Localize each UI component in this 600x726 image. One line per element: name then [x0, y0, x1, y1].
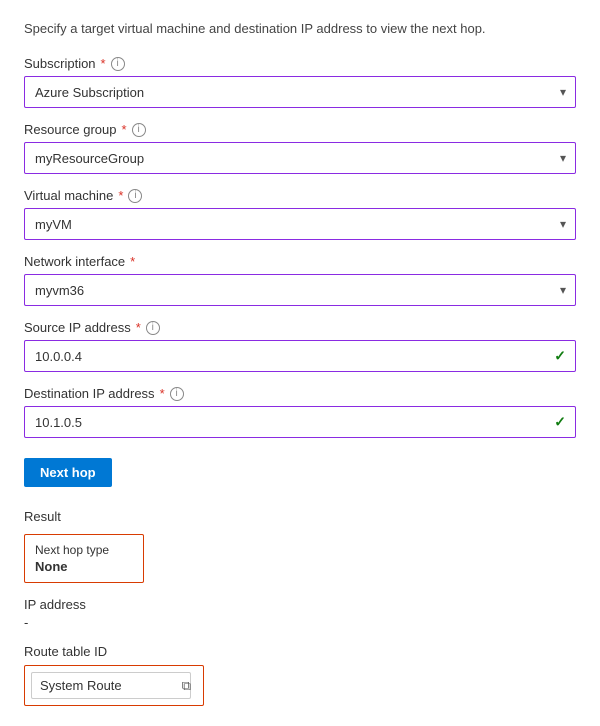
virtual-machine-label: Virtual machine * i	[24, 188, 576, 203]
source-ip-input-wrapper: ✓	[24, 340, 576, 372]
next-hop-type-value: None	[35, 559, 133, 574]
network-interface-label: Network interface *	[24, 254, 576, 269]
ip-address-section: IP address -	[24, 597, 576, 630]
source-ip-check-icon: ✓	[554, 348, 566, 365]
source-ip-info-icon[interactable]: i	[146, 321, 160, 335]
resource-group-label: Resource group * i	[24, 122, 576, 137]
resource-group-select-wrapper: myResourceGroup ▾	[24, 142, 576, 174]
source-ip-label-text: Source IP address	[24, 320, 131, 335]
resource-group-label-text: Resource group	[24, 122, 117, 137]
result-section: Result Next hop type None IP address - R…	[24, 509, 576, 706]
subscription-select-wrapper: Azure Subscription ▾	[24, 76, 576, 108]
virtual-machine-required-star: *	[118, 188, 123, 203]
virtual-machine-select-wrapper: myVM ▾	[24, 208, 576, 240]
description: Specify a target virtual machine and des…	[24, 20, 576, 38]
route-table-box: ⧉	[24, 665, 204, 706]
subscription-label-text: Subscription	[24, 56, 96, 71]
copy-icon[interactable]: ⧉	[182, 678, 191, 694]
route-table-input-wrapper: ⧉	[31, 672, 197, 699]
virtual-machine-label-text: Virtual machine	[24, 188, 113, 203]
destination-ip-info-icon[interactable]: i	[170, 387, 184, 401]
virtual-machine-info-icon[interactable]: i	[128, 189, 142, 203]
resource-group-required-star: *	[122, 122, 127, 137]
resource-group-select[interactable]: myResourceGroup	[24, 142, 576, 174]
virtual-machine-select[interactable]: myVM	[24, 208, 576, 240]
network-interface-required-star: *	[130, 254, 135, 269]
ip-address-value: -	[24, 615, 576, 630]
destination-ip-field-group: Destination IP address * i ✓	[24, 386, 576, 438]
network-interface-select-wrapper: myvm36 ▾	[24, 274, 576, 306]
subscription-label: Subscription * i	[24, 56, 576, 71]
subscription-select[interactable]: Azure Subscription	[24, 76, 576, 108]
next-hop-type-label: Next hop type	[35, 543, 133, 557]
source-ip-field-group: Source IP address * i ✓	[24, 320, 576, 372]
subscription-info-icon[interactable]: i	[111, 57, 125, 71]
next-hop-button[interactable]: Next hop	[24, 458, 112, 487]
route-table-label: Route table ID	[24, 644, 576, 659]
resource-group-field-group: Resource group * i myResourceGroup ▾	[24, 122, 576, 174]
subscription-required-star: *	[101, 56, 106, 71]
resource-group-info-icon[interactable]: i	[132, 123, 146, 137]
source-ip-label: Source IP address * i	[24, 320, 576, 335]
source-ip-input[interactable]	[24, 340, 576, 372]
ip-address-label: IP address	[24, 597, 576, 612]
destination-ip-label-text: Destination IP address	[24, 386, 155, 401]
network-interface-field-group: Network interface * myvm36 ▾	[24, 254, 576, 306]
virtual-machine-field-group: Virtual machine * i myVM ▾	[24, 188, 576, 240]
destination-ip-required-star: *	[160, 386, 165, 401]
destination-ip-input-wrapper: ✓	[24, 406, 576, 438]
destination-ip-label: Destination IP address * i	[24, 386, 576, 401]
next-hop-type-box: Next hop type None	[24, 534, 144, 583]
result-title: Result	[24, 509, 576, 524]
destination-ip-check-icon: ✓	[554, 414, 566, 431]
subscription-field-group: Subscription * i Azure Subscription ▾	[24, 56, 576, 108]
destination-ip-input[interactable]	[24, 406, 576, 438]
route-table-section: Route table ID ⧉	[24, 644, 576, 706]
network-interface-label-text: Network interface	[24, 254, 125, 269]
network-interface-select[interactable]: myvm36	[24, 274, 576, 306]
route-table-input[interactable]	[31, 672, 191, 699]
source-ip-required-star: *	[136, 320, 141, 335]
